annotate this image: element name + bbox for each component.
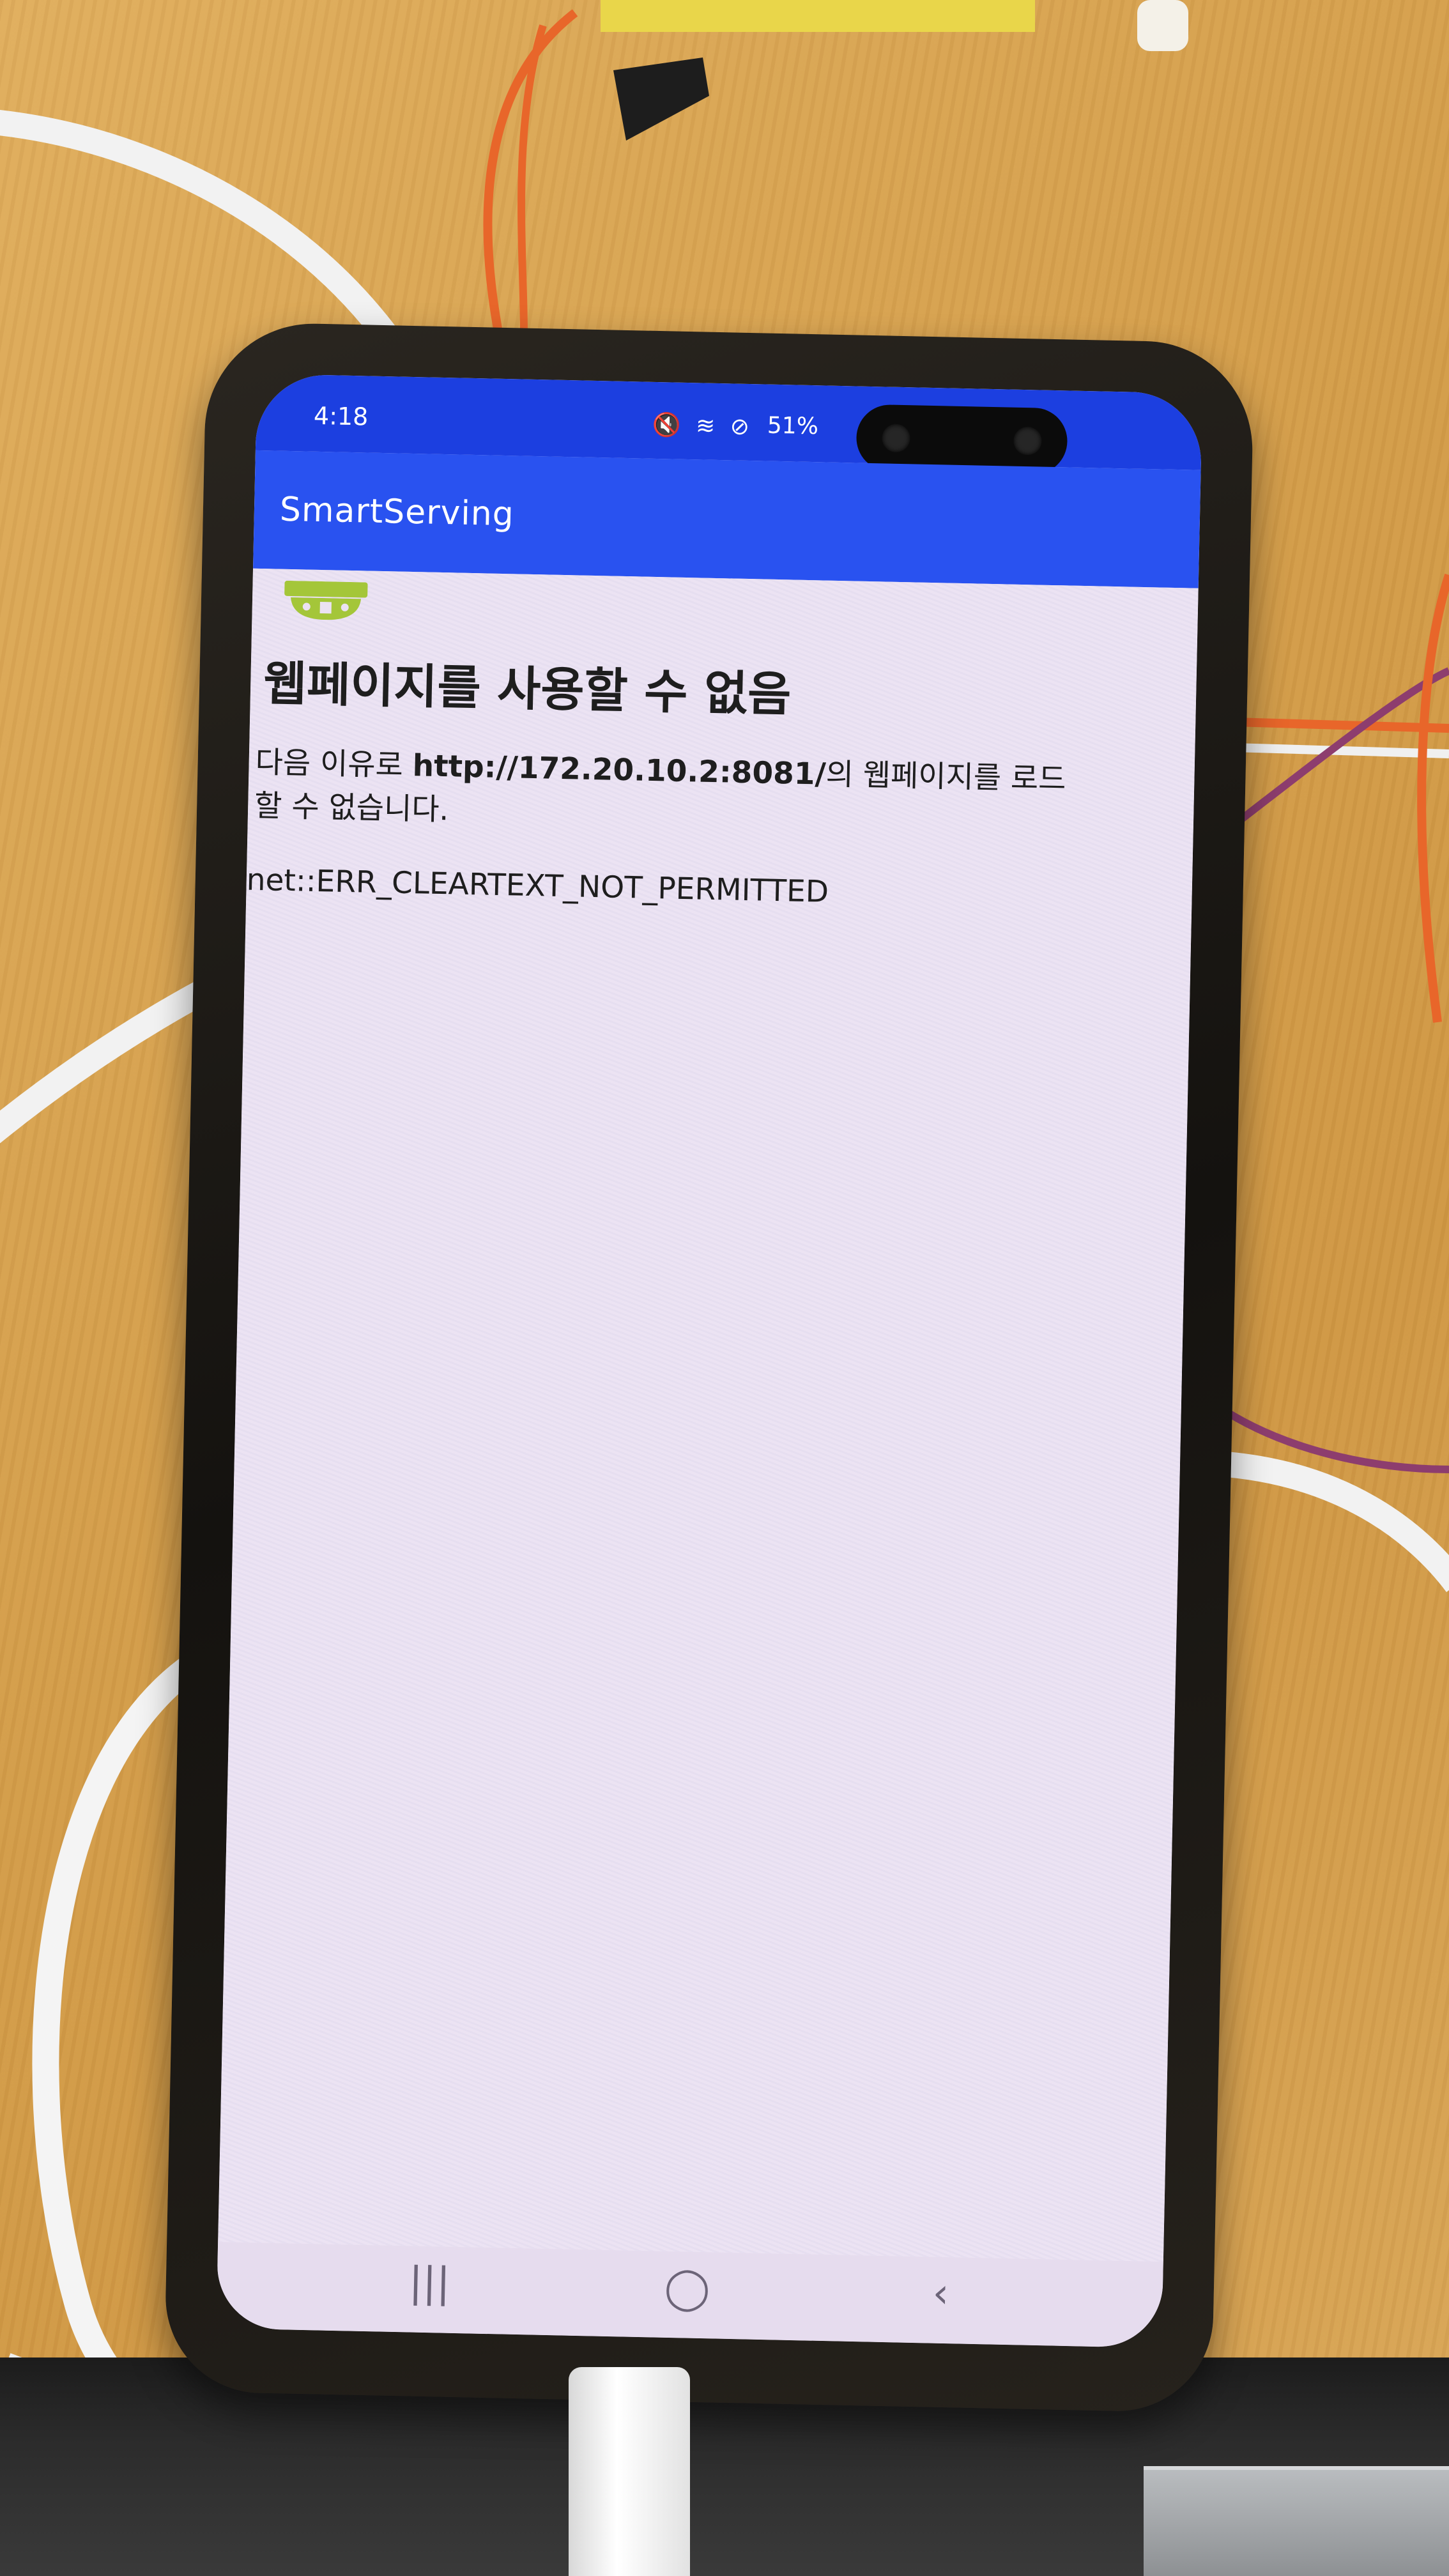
back-button[interactable]: ‹: [932, 2270, 949, 2318]
app-title: SmartServing: [279, 490, 515, 534]
phone-screen: 4:18 🔇 ≋ ⊘ 51% SmartServing 웹페이지를 사용할 수 …: [216, 373, 1203, 2349]
metal-bar: [1144, 2466, 1449, 2576]
home-button[interactable]: ◯: [664, 2264, 710, 2312]
android-icon: [284, 580, 368, 620]
status-time: 4:18: [313, 401, 369, 431]
status-icons: 🔇 ≋ ⊘: [652, 411, 754, 441]
front-camera-lens: [1013, 426, 1042, 456]
error-message: 다음 이유로 http://172.20.10.2:8081/의 웹페이지를 로…: [254, 741, 1074, 845]
recents-button[interactable]: |||: [408, 2258, 450, 2306]
usb-cable: [569, 2367, 690, 2576]
webview-content[interactable]: 웹페이지를 사용할 수 없음 다음 이유로 http://172.20.10.2…: [218, 568, 1199, 2262]
error-code: net::ERR_CLEARTEXT_NOT_PERMITTED: [246, 862, 829, 910]
error-title: 웹페이지를 사용할 수 없음: [263, 656, 792, 723]
phone: 4:18 🔇 ≋ ⊘ 51% SmartServing 웹페이지를 사용할 수 …: [164, 321, 1255, 2413]
error-message-prefix: 다음 이유로: [255, 744, 413, 784]
battery-icon: 51%: [767, 412, 819, 440]
front-camera-lens: [882, 424, 910, 453]
error-url: http://172.20.10.2:8081/: [412, 748, 827, 792]
app-bar: SmartServing: [253, 450, 1201, 588]
